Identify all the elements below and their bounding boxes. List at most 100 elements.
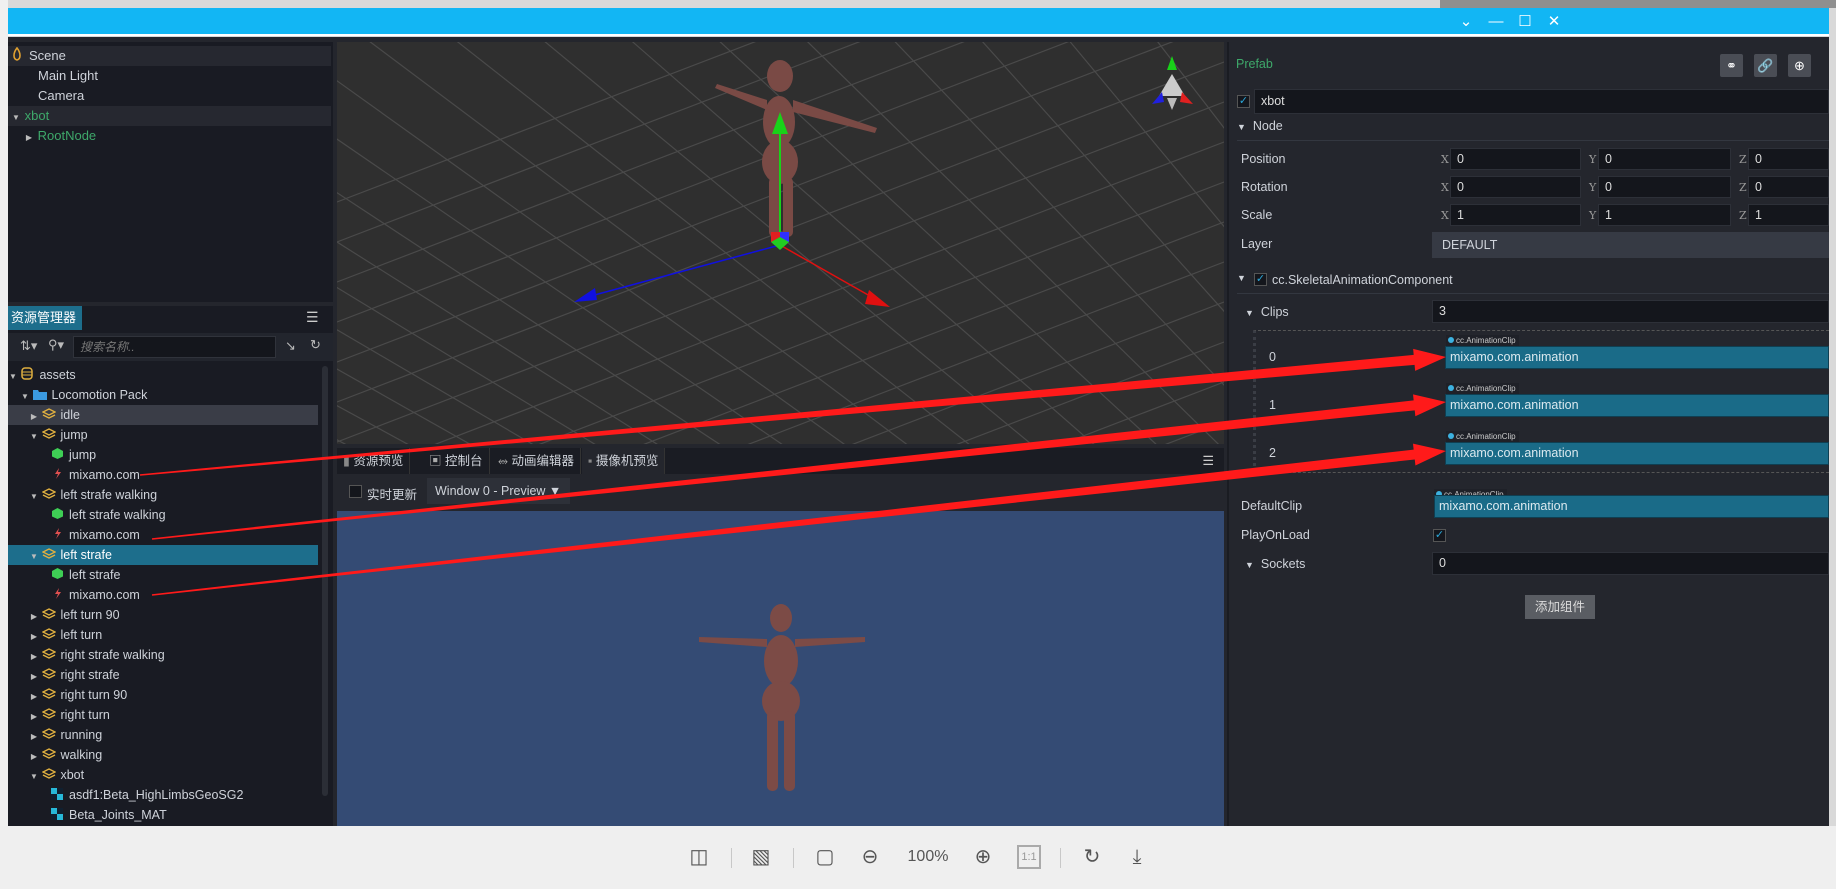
- hierarchy-item[interactable]: ▼ xbot: [8, 106, 331, 126]
- position-y-input[interactable]: 0: [1598, 148, 1731, 170]
- asset-item[interactable]: asdf1:Beta_HighLimbsGeoSG2: [8, 785, 318, 805]
- asset-item[interactable]: left strafe walking: [8, 505, 318, 525]
- realtime-checkbox[interactable]: [349, 485, 362, 498]
- collapse-arrow-icon[interactable]: ▶: [29, 727, 39, 747]
- scale-y-input[interactable]: 1: [1598, 204, 1731, 226]
- asset-item[interactable]: mixamo.com: [8, 525, 318, 545]
- window-titlebar[interactable]: ⌄ — ☐ ✕: [8, 8, 1829, 36]
- layout-icon[interactable]: ◫: [686, 842, 712, 872]
- chevron-down-icon[interactable]: ⌄: [1454, 12, 1478, 32]
- clips-count-input[interactable]: 3: [1432, 300, 1829, 323]
- asset-item[interactable]: ▶ idle: [8, 405, 318, 425]
- asset-item[interactable]: mixamo.com: [8, 465, 318, 485]
- collapse-arrow-icon[interactable]: ▶: [24, 128, 34, 148]
- scale-z-input[interactable]: 1: [1748, 204, 1829, 226]
- maximize-icon[interactable]: ☐: [1513, 12, 1537, 32]
- clip-field[interactable]: mixamo.com.animation: [1445, 442, 1829, 465]
- asset-item[interactable]: Beta_Joints_MAT: [8, 805, 318, 825]
- layer-select[interactable]: DEFAULT: [1432, 232, 1829, 258]
- actual-size-button[interactable]: 1:1: [1017, 845, 1041, 869]
- asset-item[interactable]: ▶ left turn 90: [8, 605, 318, 625]
- hierarchy-item[interactable]: Main Light: [8, 66, 331, 86]
- fullscreen-icon[interactable]: ▢: [812, 842, 838, 872]
- asset-item[interactable]: ▼ xbot: [8, 765, 318, 785]
- locate-prefab-button[interactable]: ⊕: [1788, 54, 1811, 77]
- play-on-load-checkbox[interactable]: ✓: [1433, 529, 1446, 542]
- minimize-icon[interactable]: —: [1484, 12, 1508, 32]
- asset-item[interactable]: ▼ left strafe walking: [8, 485, 318, 505]
- collapse-arrow-icon[interactable]: ▶: [29, 687, 39, 707]
- asset-item[interactable]: jump: [8, 445, 318, 465]
- menu-icon[interactable]: ☰: [1202, 453, 1214, 469]
- tab-animation-editor[interactable]: ⥈ 动画编辑器: [492, 448, 582, 474]
- hierarchy-item[interactable]: Scene: [8, 46, 331, 66]
- window-select[interactable]: Window 0 - Preview ▼: [427, 478, 570, 504]
- zoom-in-icon[interactable]: ⊕: [970, 842, 996, 872]
- clip-field[interactable]: mixamo.com.animation: [1445, 346, 1829, 369]
- position-x-input[interactable]: 0: [1450, 148, 1581, 170]
- sockets-count-input[interactable]: 0: [1432, 552, 1829, 575]
- refresh-icon[interactable]: ↻: [310, 337, 321, 353]
- asset-item[interactable]: mixamo.com: [8, 585, 318, 605]
- rotate-icon[interactable]: ↻: [1079, 842, 1105, 872]
- asset-item[interactable]: left strafe: [8, 565, 318, 585]
- expand-arrow-icon[interactable]: ▼: [29, 547, 39, 567]
- collapse-arrow-icon[interactable]: ▶: [29, 667, 39, 687]
- close-icon[interactable]: ✕: [1542, 12, 1566, 32]
- tab-assets[interactable]: 资源管理器: [8, 306, 82, 330]
- asset-item[interactable]: ▶ walking: [8, 745, 318, 765]
- position-z-input[interactable]: 0: [1748, 148, 1829, 170]
- tab-console[interactable]: ▣ 控制台: [423, 448, 490, 474]
- rotation-y-input[interactable]: 0: [1598, 176, 1731, 198]
- expand-arrow-icon[interactable]: ▼: [29, 767, 39, 787]
- asset-item[interactable]: ▶ running: [8, 725, 318, 745]
- default-clip-field[interactable]: mixamo.com.animation: [1434, 495, 1829, 518]
- transform-gizmo[interactable]: [574, 112, 890, 307]
- asset-item[interactable]: ▼ Locomotion Pack: [8, 385, 318, 405]
- download-icon[interactable]: ⤓: [1124, 842, 1150, 872]
- component-collapse-arrow[interactable]: ▼: [1237, 273, 1246, 283]
- asset-item[interactable]: ▶ right strafe: [8, 665, 318, 685]
- tab-camera-preview[interactable]: ▪ 摄像机预览: [582, 448, 666, 474]
- collapse-arrow-icon[interactable]: ▶: [29, 707, 39, 727]
- node-section-header[interactable]: ▼ Node: [1237, 119, 1283, 133]
- component-name[interactable]: cc.SkeletalAnimationComponent: [1272, 273, 1453, 287]
- collapse-arrow-icon[interactable]: ▶: [29, 407, 39, 427]
- unlink-prefab-button[interactable]: ⚭: [1720, 54, 1743, 77]
- component-enabled-checkbox[interactable]: ✓: [1254, 273, 1267, 286]
- rotation-z-input[interactable]: 0: [1748, 176, 1829, 198]
- sort-icon[interactable]: ⇅▾: [20, 338, 37, 354]
- expand-arrow-icon[interactable]: ▼: [11, 108, 21, 128]
- fit-to-window-icon[interactable]: ▧: [748, 842, 774, 872]
- asset-item[interactable]: ▼ jump: [8, 425, 318, 445]
- collapse-arrow-icon[interactable]: ▶: [29, 627, 39, 647]
- hierarchy-item[interactable]: ▶ RootNode: [8, 126, 331, 146]
- expand-arrow-icon[interactable]: ▼: [20, 387, 30, 407]
- expand-arrow-icon[interactable]: ▼: [29, 487, 39, 507]
- expand-arrow-icon[interactable]: ▼: [8, 367, 18, 387]
- asset-item[interactable]: ▶ right turn: [8, 705, 318, 725]
- zoom-out-icon[interactable]: ⊖: [857, 842, 883, 872]
- menu-icon[interactable]: ☰: [306, 309, 319, 326]
- collapse-icon[interactable]: ↘: [285, 338, 296, 354]
- collapse-arrow-icon[interactable]: ▶: [29, 647, 39, 667]
- asset-search-input[interactable]: 搜索名称..: [73, 336, 276, 358]
- clips-header[interactable]: ▼ Clips: [1245, 305, 1289, 319]
- asset-item[interactable]: ▼ left strafe: [8, 545, 318, 565]
- expand-arrow-icon[interactable]: ▼: [29, 427, 39, 447]
- asset-item[interactable]: ▶ right turn 90: [8, 685, 318, 705]
- tab-asset-preview[interactable]: ▮ 资源预览: [337, 448, 411, 474]
- asset-scrollbar[interactable]: [322, 366, 328, 796]
- link-prefab-button[interactable]: 🔗: [1754, 54, 1777, 77]
- node-active-checkbox[interactable]: ✓: [1237, 95, 1250, 108]
- collapse-arrow-icon[interactable]: ▶: [29, 607, 39, 627]
- asset-item[interactable]: ▶ left turn: [8, 625, 318, 645]
- node-name-input[interactable]: xbot: [1254, 89, 1829, 114]
- add-component-button[interactable]: 添加组件: [1525, 595, 1595, 619]
- search-filter-icon[interactable]: ⚲▾: [48, 337, 64, 353]
- hierarchy-item[interactable]: Camera: [8, 86, 331, 106]
- clip-field[interactable]: mixamo.com.animation: [1445, 394, 1829, 417]
- orientation-gizmo[interactable]: [1152, 56, 1193, 110]
- rotation-x-input[interactable]: 0: [1450, 176, 1581, 198]
- collapse-arrow-icon[interactable]: ▶: [29, 747, 39, 767]
